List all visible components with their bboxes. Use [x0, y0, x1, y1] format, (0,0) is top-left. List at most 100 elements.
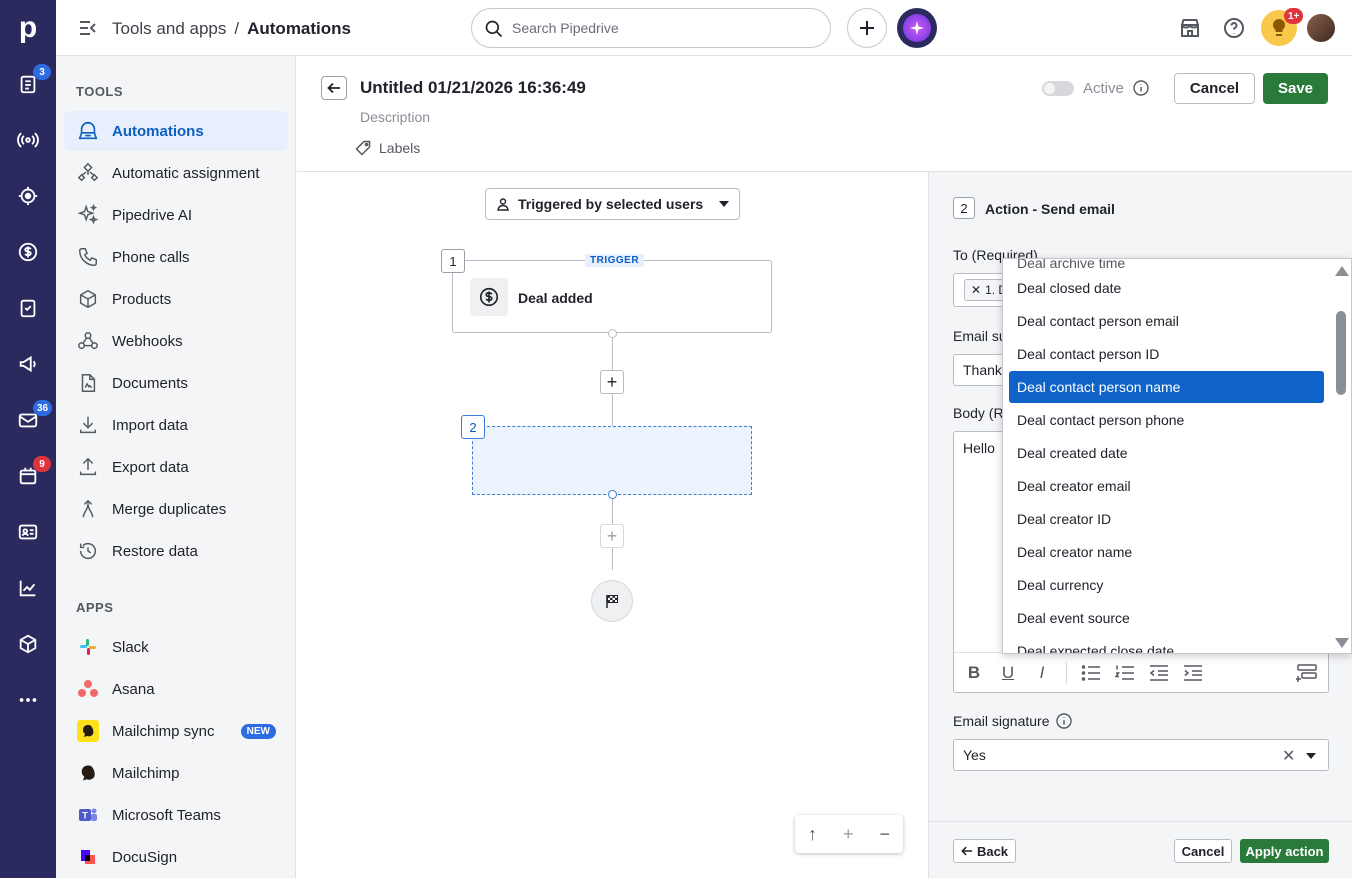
signature-select[interactable]: Yes ✕ [953, 739, 1329, 771]
sidebar-item-microsoft-teams[interactable]: T Microsoft Teams [64, 795, 288, 835]
dropdown-item[interactable]: Deal event source [1009, 602, 1324, 634]
bold-icon[interactable]: B [964, 663, 984, 683]
sidebar-item-phone-calls[interactable]: Phone calls [64, 237, 288, 277]
apps-section-title: APPS [76, 600, 114, 615]
outdent-icon[interactable] [1149, 664, 1169, 682]
sidebar-item-import-data[interactable]: Import data [64, 405, 288, 445]
rail-deals-target[interactable] [0, 174, 56, 218]
sidebar-item-automatic-assignment[interactable]: Automatic assignment [64, 153, 288, 193]
indent-icon[interactable] [1183, 664, 1203, 682]
contact-card-icon [18, 524, 38, 540]
menu-collapse-icon[interactable] [78, 18, 98, 38]
italic-icon[interactable]: I [1032, 663, 1052, 683]
sidebar-item-export-data[interactable]: Export data [64, 447, 288, 487]
trigger-users-select[interactable]: Triggered by selected users [485, 188, 740, 220]
add-step-button-disabled[interactable]: + [600, 524, 624, 548]
sidebar-item-pipedrive-ai[interactable]: Pipedrive AI [64, 195, 288, 235]
rail-insights[interactable] [0, 566, 56, 610]
back-button[interactable] [321, 76, 347, 100]
sidebar-item-products[interactable]: Products [64, 279, 288, 319]
dropdown-item[interactable]: Deal contact person phone [1009, 404, 1324, 436]
action-placeholder-node[interactable] [472, 426, 752, 495]
trigger-node[interactable]: TRIGGER Deal added [452, 254, 772, 333]
dropdown-item[interactable]: Deal expected close date [1009, 635, 1324, 653]
help-icon[interactable] [1222, 16, 1246, 40]
rail-products[interactable] [0, 622, 56, 666]
zoom-out-icon[interactable]: − [879, 824, 890, 845]
panel-cancel-button[interactable]: Cancel [1174, 839, 1232, 863]
dropdown-item[interactable]: Deal creator ID [1009, 503, 1324, 535]
labels-text: Labels [379, 140, 421, 156]
dropdown-item[interactable]: Deal creator email [1009, 470, 1324, 502]
breadcrumb-parent[interactable]: Tools and apps [112, 19, 226, 39]
sidebar-item-label: Webhooks [112, 332, 183, 350]
add-step-button[interactable]: + [600, 370, 624, 394]
back-button[interactable]: Back [953, 839, 1016, 863]
underline-icon[interactable]: U [998, 663, 1018, 683]
mailchimp-icon [76, 719, 100, 743]
info-icon[interactable] [1055, 713, 1072, 729]
sidebar-item-mailchimp-sync[interactable]: Mailchimp sync NEW [64, 711, 288, 751]
dollar-circle-icon [18, 242, 38, 262]
sidebar-item-slack[interactable]: Slack [64, 627, 288, 667]
automation-title[interactable]: Untitled 01/21/2026 16:36:49 [360, 78, 586, 98]
cancel-button[interactable]: Cancel [1174, 73, 1255, 104]
active-toggle[interactable] [1042, 81, 1074, 96]
description-input[interactable]: Description [360, 109, 430, 125]
sidebar-item-automations[interactable]: Automations [64, 111, 288, 151]
apply-action-button[interactable]: Apply action [1240, 839, 1329, 863]
rail-contacts[interactable] [0, 510, 56, 554]
rail-mail[interactable]: 36 [0, 398, 56, 442]
scroll-down-arrow[interactable] [1335, 638, 1349, 648]
sidebar-item-asana[interactable]: Asana [64, 669, 288, 709]
sidebar-item-merge-duplicates[interactable]: Merge duplicates [64, 489, 288, 529]
zoom-in-icon[interactable]: + [843, 824, 854, 845]
dropdown-item[interactable]: Deal closed date [1009, 272, 1324, 304]
dropdown-item[interactable]: Deal contact person email [1009, 305, 1324, 337]
dropdown-item[interactable]: Deal currency [1009, 569, 1324, 601]
search-input[interactable]: Search Pipedrive [471, 8, 831, 48]
sidebar-item-mailchimp[interactable]: Mailchimp [64, 753, 288, 793]
quick-add-button[interactable] [847, 8, 887, 48]
save-button[interactable]: Save [1263, 73, 1328, 104]
sidebar-item-docusign[interactable]: DocuSign [64, 837, 288, 877]
rail-calendar[interactable]: 9 [0, 454, 56, 498]
bullet-list-icon[interactable] [1081, 664, 1101, 682]
sidebar-item-documents[interactable]: Documents [64, 363, 288, 403]
sidebar-item-webhooks[interactable]: Webhooks [64, 321, 288, 361]
clear-icon[interactable]: ✕ [1282, 746, 1295, 766]
numbered-list-icon[interactable] [1115, 664, 1135, 682]
info-icon[interactable] [1133, 80, 1149, 96]
caret-down-icon[interactable] [1306, 753, 1316, 759]
rail-tasks[interactable] [0, 286, 56, 330]
labels-button[interactable]: Labels [355, 140, 420, 156]
dropdown-item[interactable]: Deal created date [1009, 437, 1324, 469]
rail-campaigns[interactable] [0, 342, 56, 386]
field-picker-dropdown[interactable]: Deal archive time Deal closed date Deal … [1002, 258, 1352, 654]
dropdown-item[interactable]: Deal contact person ID [1009, 338, 1324, 370]
scroll-up-arrow[interactable] [1335, 266, 1349, 276]
marketplace-icon[interactable] [1178, 16, 1202, 40]
ai-sparkle-icon [903, 14, 931, 42]
arrow-left-icon [327, 82, 340, 94]
rail-leads[interactable] [0, 118, 56, 162]
rail-activities[interactable]: 3 [0, 62, 56, 106]
arrow-up-icon[interactable]: ↑ [808, 824, 817, 845]
pipedrive-logo[interactable]: p [0, 0, 56, 56]
workflow-canvas[interactable]: Triggered by selected users TRIGGER Deal… [297, 172, 928, 878]
sidebar-item-restore-data[interactable]: Restore data [64, 531, 288, 571]
sidebar-item-label: Pipedrive AI [112, 206, 193, 224]
dropdown-scrollbar[interactable] [1336, 311, 1346, 395]
rail-deals[interactable] [0, 230, 56, 274]
sidebar-item-label: Automations [112, 122, 204, 140]
slack-icon [76, 635, 100, 659]
sidebar-item-label: Import data [112, 416, 188, 434]
action-title: Action - Send email [985, 201, 1115, 217]
remove-chip-icon[interactable]: ✕ [971, 283, 981, 297]
ai-assistant-button[interactable] [897, 8, 937, 48]
user-avatar[interactable] [1305, 12, 1337, 44]
dropdown-item[interactable]: Deal creator name [1009, 536, 1324, 568]
dropdown-item-selected[interactable]: Deal contact person name [1009, 371, 1324, 403]
insert-field-icon[interactable] [1296, 663, 1318, 683]
rail-more[interactable] [0, 678, 56, 722]
